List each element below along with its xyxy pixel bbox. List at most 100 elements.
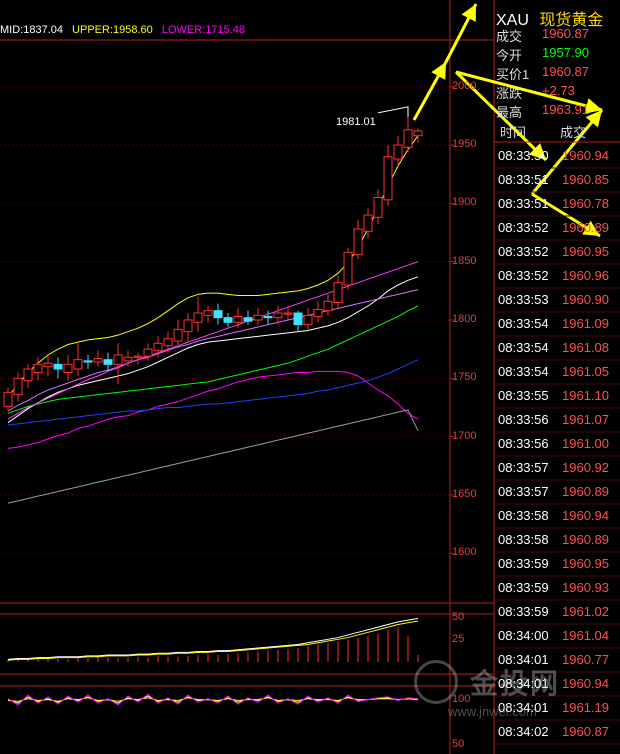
tick-row[interactable]: 08:34:00 1961.04 <box>496 628 620 646</box>
quote-value: 1963.91 <box>542 102 589 117</box>
candle-body <box>183 319 193 333</box>
tick-row[interactable]: 08:33:52 1960.95 <box>496 244 620 262</box>
series-line-ma-gray <box>7 409 419 504</box>
candle-body <box>393 144 403 160</box>
legend-mid: MID:1837.04 <box>0 24 63 36</box>
candle-body <box>333 282 343 303</box>
candle-body <box>23 368 33 382</box>
tick-price: 1961.10 <box>562 388 609 403</box>
tick-row[interactable]: 08:33:54 1961.08 <box>496 340 620 358</box>
tick-row[interactable]: 08:33:50 1960.94 <box>496 148 620 166</box>
tick-row[interactable]: 08:33:52 1960.89 <box>496 220 620 238</box>
candle-body <box>193 312 203 323</box>
quote-label: 买价1 <box>496 67 530 82</box>
tick-price: 1960.94 <box>562 508 609 523</box>
tick-row[interactable]: 08:33:54 1961.05 <box>496 364 620 382</box>
tick-time: 08:33:53 <box>498 292 549 307</box>
quote-label: 成交 <box>496 29 523 44</box>
series-line-upper <box>7 135 419 398</box>
candle-body <box>43 362 53 368</box>
tick-row[interactable]: 08:33:54 1961.09 <box>496 316 620 334</box>
candle-body <box>203 310 213 316</box>
candle-body <box>273 312 283 319</box>
watermark-logo-icon <box>414 660 458 704</box>
candle-body <box>283 312 293 315</box>
tick-price: 1960.89 <box>562 484 609 499</box>
quote-label: 涨跌 <box>496 86 523 101</box>
tick-row[interactable]: 08:33:51 1960.78 <box>496 196 620 214</box>
y-tick-label: 1800 <box>452 313 477 325</box>
y-tick-label: 2000 <box>452 79 477 92</box>
candle-body <box>353 228 363 256</box>
watermark-text: 金投网 <box>470 667 561 700</box>
tick-price: 1961.07 <box>562 412 609 427</box>
y-tick-label: 1900 <box>452 196 477 209</box>
tick-price: 1961.02 <box>562 604 609 619</box>
tick-row[interactable]: 08:33:51 1960.85 <box>496 172 620 190</box>
tick-price: 1960.89 <box>562 220 609 235</box>
annotation-label: 1981.01 <box>336 116 376 128</box>
candle-body <box>233 316 243 323</box>
candle-body <box>173 328 183 342</box>
tick-row[interactable]: 08:34:02 1960.87 <box>496 724 620 742</box>
oscillator-y-label: 50 <box>452 737 465 750</box>
tick-row[interactable]: 08:33:58 1960.89 <box>496 532 620 550</box>
tick-price: 1960.92 <box>562 460 609 475</box>
candle-body <box>263 316 273 319</box>
candle-body <box>343 251 353 286</box>
y-tick-label: 1950 <box>452 138 477 150</box>
candle-body <box>83 360 93 363</box>
y-tick-label: 1600 <box>452 546 477 559</box>
candle-body <box>123 356 133 362</box>
tick-row[interactable]: 08:33:56 1961.07 <box>496 412 620 430</box>
tick-price: 1961.09 <box>562 316 609 331</box>
tick-row[interactable]: 08:33:55 1961.10 <box>496 388 620 406</box>
tick-row[interactable]: 08:33:59 1960.93 <box>496 580 620 598</box>
tick-time: 08:33:59 <box>498 604 549 619</box>
candle-body <box>133 355 143 358</box>
tick-time: 08:33:58 <box>498 508 549 523</box>
y-tick-label: 1700 <box>452 429 477 442</box>
quote-label: 最高 <box>496 105 523 120</box>
candle-body <box>73 359 83 370</box>
candle-body <box>33 363 43 374</box>
tick-row[interactable]: 08:33:53 1960.90 <box>496 292 620 310</box>
watermark-url: www.jnwei.com <box>448 704 537 719</box>
candle-body <box>313 309 323 317</box>
volume-line-a <box>7 617 419 660</box>
candle-body <box>93 358 103 363</box>
tick-row[interactable]: 08:33:59 1961.02 <box>496 604 620 622</box>
tick-price: 1960.89 <box>562 532 609 547</box>
indicator-legend: MID:1837.04 UPPER:1958.60 LOWER:1715.48 <box>0 24 251 36</box>
tick-row[interactable]: 08:33:57 1960.89 <box>496 484 620 502</box>
legend-upper: UPPER:1958.60 <box>72 24 153 36</box>
candle-body <box>363 214 373 232</box>
tick-price: 1961.04 <box>562 628 609 643</box>
tick-time: 08:33:51 <box>498 172 549 187</box>
candle-body <box>223 317 233 323</box>
tick-price: 1960.90 <box>562 292 609 307</box>
tick-time: 08:33:52 <box>498 220 549 235</box>
tick-time: 08:33:52 <box>498 268 549 283</box>
candle-body <box>143 348 153 357</box>
series-line-mid <box>7 276 419 424</box>
legend-lower: LOWER:1715.48 <box>161 24 245 36</box>
volume-y-label: 25 <box>452 633 465 646</box>
quote-value: 1957.90 <box>542 45 589 60</box>
tick-price: 1960.96 <box>562 268 609 283</box>
tick-row[interactable]: 08:33:52 1960.96 <box>496 268 620 286</box>
tick-time: 08:33:57 <box>498 484 549 499</box>
tick-row[interactable]: 08:33:59 1960.95 <box>496 556 620 574</box>
tick-time: 08:33:59 <box>498 556 549 571</box>
tick-row[interactable]: 08:33:57 1960.92 <box>496 460 620 478</box>
tick-row[interactable]: 08:33:58 1960.94 <box>496 508 620 526</box>
quote-value: +2.73 <box>542 83 575 98</box>
tick-row[interactable]: 08:33:56 1961.00 <box>496 436 620 454</box>
tick-price: 1961.00 <box>562 436 609 451</box>
tick-time: 08:33:57 <box>498 460 549 475</box>
tick-time: 08:34:02 <box>498 724 549 739</box>
tick-time: 08:33:54 <box>498 364 549 379</box>
candle-body <box>213 310 223 319</box>
quote-value: 1960.87 <box>542 64 589 79</box>
tick-price: 1960.95 <box>562 556 609 571</box>
